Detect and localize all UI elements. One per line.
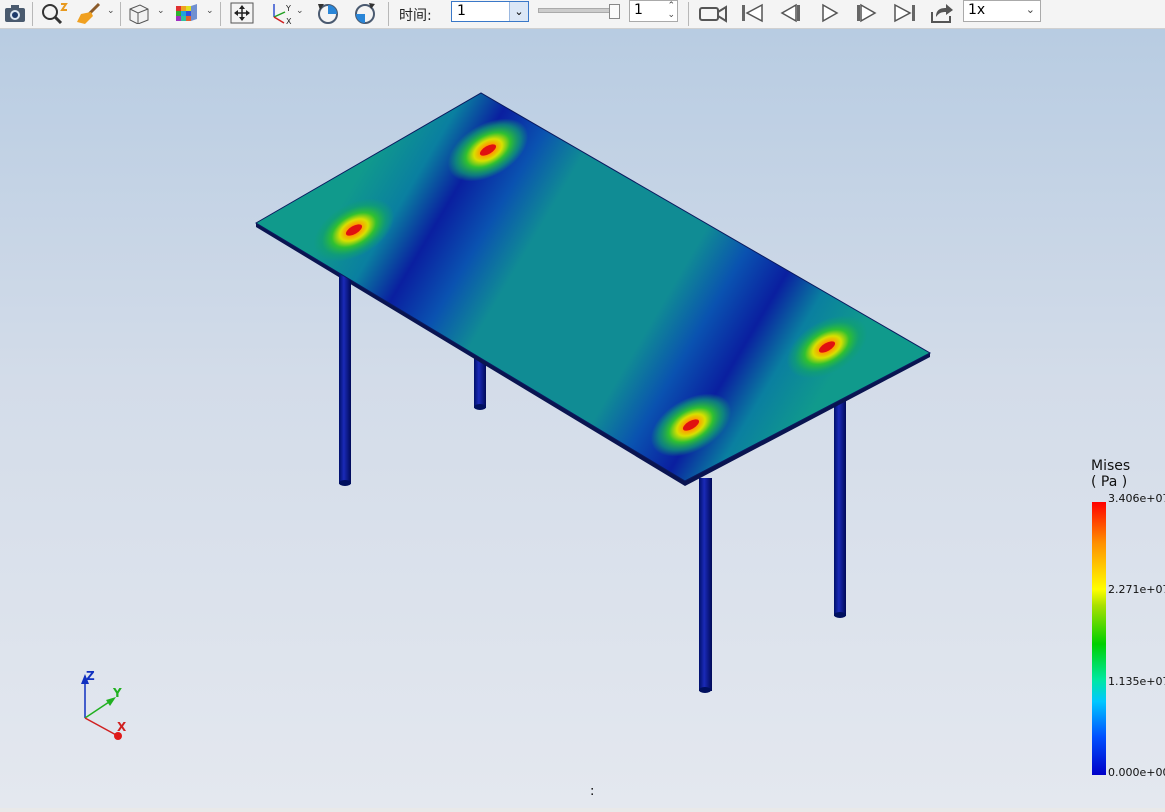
legend-title: Mises ( Pa )	[1091, 458, 1130, 490]
time-step-select[interactable]: 1 ⌄	[451, 1, 529, 22]
axis-triad: Z Y X	[81, 669, 127, 740]
rotate-left-icon[interactable]	[313, 1, 343, 25]
svg-text:X: X	[286, 17, 292, 25]
time-slider[interactable]	[538, 8, 620, 13]
table-leg-right	[834, 400, 846, 616]
spin-down-icon[interactable]: ⌄	[667, 10, 675, 20]
legend-tick-1: 1.135e+07	[1108, 675, 1165, 688]
broom-clear-icon[interactable]	[74, 1, 106, 25]
status-text: :	[590, 784, 595, 799]
previous-frame-icon[interactable]	[775, 1, 805, 25]
first-frame-icon[interactable]	[737, 1, 767, 25]
playback-speed-value: 1x	[968, 2, 986, 18]
chevron-down-icon[interactable]: ⌄	[296, 6, 304, 16]
table-stress-model[interactable]: Z Y X	[0, 29, 1165, 808]
legend-tick-2: 2.271e+07	[1108, 583, 1165, 596]
toolbar: ⌄ ⌄ ⌄ YX ⌄ 时间: 1 ⌄ 1 ⌃ ⌄ 1x ⌄	[0, 0, 1165, 29]
next-frame-icon[interactable]	[852, 1, 882, 25]
chevron-down-icon[interactable]: ⌄	[107, 6, 115, 16]
axis-z-label: Z	[86, 669, 95, 683]
legend-tick-min: 0.000e+00	[1108, 766, 1165, 779]
status-bar	[0, 808, 1165, 812]
time-slider-handle[interactable]	[609, 4, 620, 19]
play-icon[interactable]	[815, 1, 843, 25]
playback-speed-select[interactable]: 1x ⌄	[963, 0, 1041, 22]
zoom-icon[interactable]	[38, 1, 70, 25]
chevron-down-icon[interactable]: ⌄	[157, 6, 165, 16]
chevron-down-icon[interactable]: ⌄	[1026, 3, 1035, 16]
time-step-value: 1	[457, 3, 466, 19]
frame-spinbox[interactable]: 1 ⌃ ⌄	[629, 0, 678, 22]
legend-tick-max: 3.406e+07	[1108, 492, 1165, 505]
frame-value: 1	[634, 2, 643, 18]
color-mesh-icon[interactable]	[172, 1, 204, 25]
chevron-down-icon[interactable]: ⌄	[509, 2, 528, 21]
rotate-right-icon[interactable]	[350, 1, 380, 25]
axis-x-label: X	[117, 720, 127, 734]
video-record-icon[interactable]	[697, 1, 729, 25]
color-scale-bar	[1092, 502, 1106, 775]
svg-text:Y: Y	[285, 4, 291, 13]
camera-screenshot-icon[interactable]	[2, 1, 28, 25]
view-cube-icon[interactable]	[125, 1, 153, 25]
table-leg-front	[699, 478, 712, 691]
last-frame-icon[interactable]	[890, 1, 920, 25]
axis-y-label: Y	[112, 686, 122, 700]
3d-viewport[interactable]: Z Y X	[0, 29, 1165, 808]
chevron-down-icon[interactable]: ⌄	[206, 6, 214, 16]
legend-variable: Mises	[1091, 458, 1131, 474]
pan-move-icon[interactable]	[227, 1, 257, 25]
table-leg-left	[339, 270, 351, 484]
axis-orientation-icon[interactable]: YX	[265, 1, 297, 25]
legend-unit: ( Pa )	[1091, 474, 1128, 490]
time-label: 时间:	[399, 8, 432, 24]
loop-export-icon[interactable]	[927, 1, 957, 25]
